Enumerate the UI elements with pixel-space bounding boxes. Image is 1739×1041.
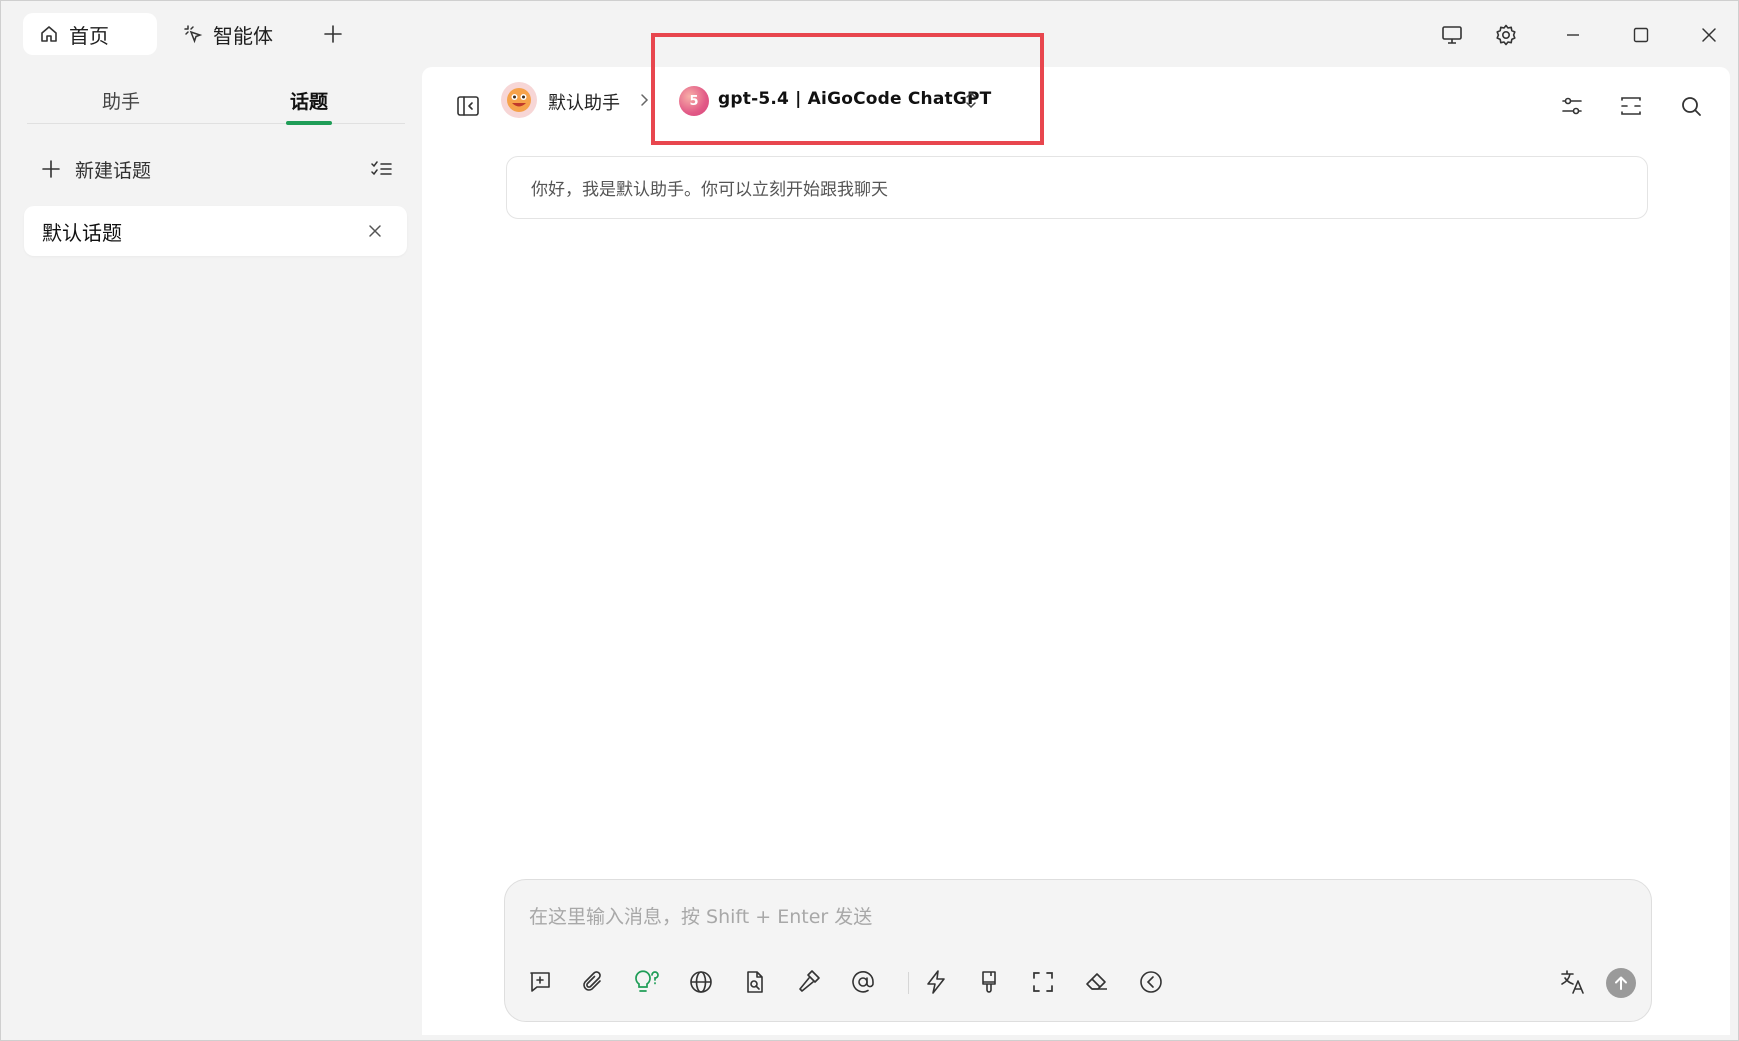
monitor-icon [1442,26,1462,44]
mention-model-button[interactable] [846,965,880,999]
attach-button[interactable] [576,965,610,999]
message-input[interactable] [527,900,1627,934]
send-arrow-icon [1615,976,1627,990]
maximize-button[interactable] [1621,15,1661,55]
fullscreen-icon [1033,972,1053,992]
at-icon [852,971,874,993]
paperclip-icon [583,971,601,991]
active-segment-indicator [286,121,332,125]
checklist-icon [371,161,392,176]
assistant-emoji-icon [507,88,531,112]
expand-icon [1621,97,1641,115]
plus-icon [324,25,342,43]
fullscreen-button[interactable] [1026,965,1060,999]
expand-button[interactable] [1611,86,1651,126]
composer [504,879,1652,1022]
model-logo: 5 [679,86,709,116]
assistant-name[interactable]: 默认助手 [548,89,620,115]
collapse-toolbar-button[interactable] [1134,965,1168,999]
new-tab-button[interactable] [317,18,349,50]
translate-icon [1561,970,1584,994]
updown-chevron-icon[interactable] [962,89,980,111]
toolbar-divider [908,972,909,994]
file-search-icon [747,971,763,993]
web-search-button[interactable] [684,965,718,999]
chevron-right-icon [641,94,649,106]
segment-assistants[interactable]: 助手 [31,75,211,125]
minimize-icon [1567,34,1579,36]
sidebar-toggle-button[interactable] [448,86,488,126]
globe-icon [690,971,712,993]
chat-panel: 默认助手 5 gpt-5.4 | AiGoCode ChatGPT 你好，我是默… [422,33,1730,1035]
app-window: 首页 智能体 助手 话题 新建话题 默认话题 默认助手 5 gpt-5.4 | … [0,0,1739,1041]
tab-home-label: 首页 [69,23,109,48]
search-button[interactable] [1671,86,1711,126]
back-circle-icon [1140,971,1162,993]
lightbulb-icon [635,970,659,992]
mcp-tools-button[interactable] [792,965,826,999]
new-topic-label: 新建话题 [75,159,152,182]
close-icon [1702,28,1716,42]
eraser-icon [1086,973,1107,990]
lightning-icon [927,970,945,994]
sidebar-toggle-icon [457,96,479,116]
greeting-message: 你好，我是默认助手。你可以立刻开始跟我聊天 [506,156,1648,219]
settings-button[interactable] [1486,15,1526,55]
quick-phrases-button[interactable] [919,965,953,999]
home-icon [39,24,59,44]
brush-icon [982,971,996,993]
minimize-button[interactable] [1553,15,1593,55]
gear-icon [1496,24,1516,46]
sliders-icon [1562,97,1582,115]
new-topic-button[interactable]: 新建话题 [41,149,381,189]
model-selector[interactable]: gpt-5.4 | AiGoCode ChatGPT [718,89,991,109]
new-chat-button[interactable] [523,965,557,999]
close-icon[interactable] [365,221,385,241]
tab-agents[interactable]: 智能体 [167,13,289,55]
clear-messages-button[interactable] [1080,965,1114,999]
send-button[interactable] [1606,968,1636,998]
new-chat-icon [530,972,550,992]
plus-icon [42,160,60,178]
clear-context-button[interactable] [972,965,1006,999]
maximize-icon [1633,27,1649,43]
monitor-button[interactable] [1432,15,1472,55]
multi-select-button[interactable] [369,156,395,182]
close-window-button[interactable] [1689,15,1729,55]
avatar[interactable] [501,82,537,118]
topic-label: 默认话题 [42,220,122,245]
search-icon [1682,97,1701,116]
segment-topics[interactable]: 话题 [219,75,399,125]
tab-home[interactable]: 首页 [23,13,157,55]
tab-agents-label: 智能体 [213,23,273,48]
agent-cursor-icon [183,24,203,44]
think-button[interactable] [630,965,664,999]
settings-sliders-button[interactable] [1552,86,1592,126]
translate-button[interactable] [1556,965,1590,999]
knowledge-button[interactable] [738,965,772,999]
topic-item[interactable]: 默认话题 [24,206,407,256]
sidebar: 助手 话题 新建话题 默认话题 [1,67,421,1041]
hammer-icon [799,970,820,992]
segment-divider [27,123,405,124]
